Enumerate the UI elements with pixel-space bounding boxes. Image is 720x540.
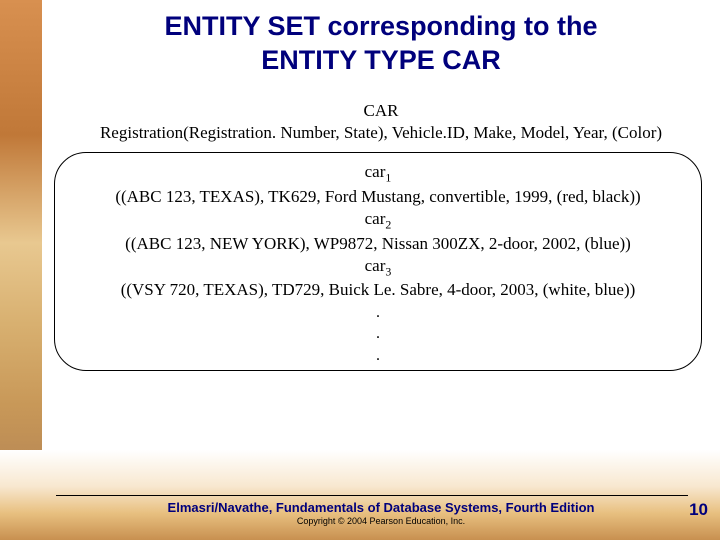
entity-tuple: ((ABC 123, NEW YORK), WP9872, Nissan 300… [67,233,689,255]
entity-tuple: ((ABC 123, TEXAS), TK629, Ford Mustang, … [67,186,689,208]
footer-copyright: Copyright © 2004 Pearson Education, Inc. [42,516,720,526]
page-number: 10 [689,500,708,520]
schema-block: CAR Registration(Registration. Number, S… [42,100,720,144]
schema-name: CAR [364,101,399,120]
entity-tuple: ((VSY 720, TEXAS), TD729, Buick Le. Sabr… [67,279,689,301]
title-line-2: ENTITY TYPE CAR [261,45,501,75]
footer-divider [56,495,688,496]
schema-definition: Registration(Registration. Number, State… [100,123,662,142]
entity-label: car3 [67,255,689,280]
slide-title: ENTITY SET corresponding to the ENTITY T… [42,0,720,78]
entity-label: car1 [67,161,689,186]
title-line-1: ENTITY SET corresponding to the [164,11,597,41]
footer-main: Elmasri/Navathe, Fundamentals of Databas… [42,500,720,515]
entity-label: car2 [67,208,689,233]
slide-content: ENTITY SET corresponding to the ENTITY T… [42,0,720,540]
footer: Elmasri/Navathe, Fundamentals of Databas… [42,495,720,526]
ellipsis: . . . [67,302,689,367]
entities-box: car1 ((ABC 123, TEXAS), TK629, Ford Must… [54,152,702,372]
